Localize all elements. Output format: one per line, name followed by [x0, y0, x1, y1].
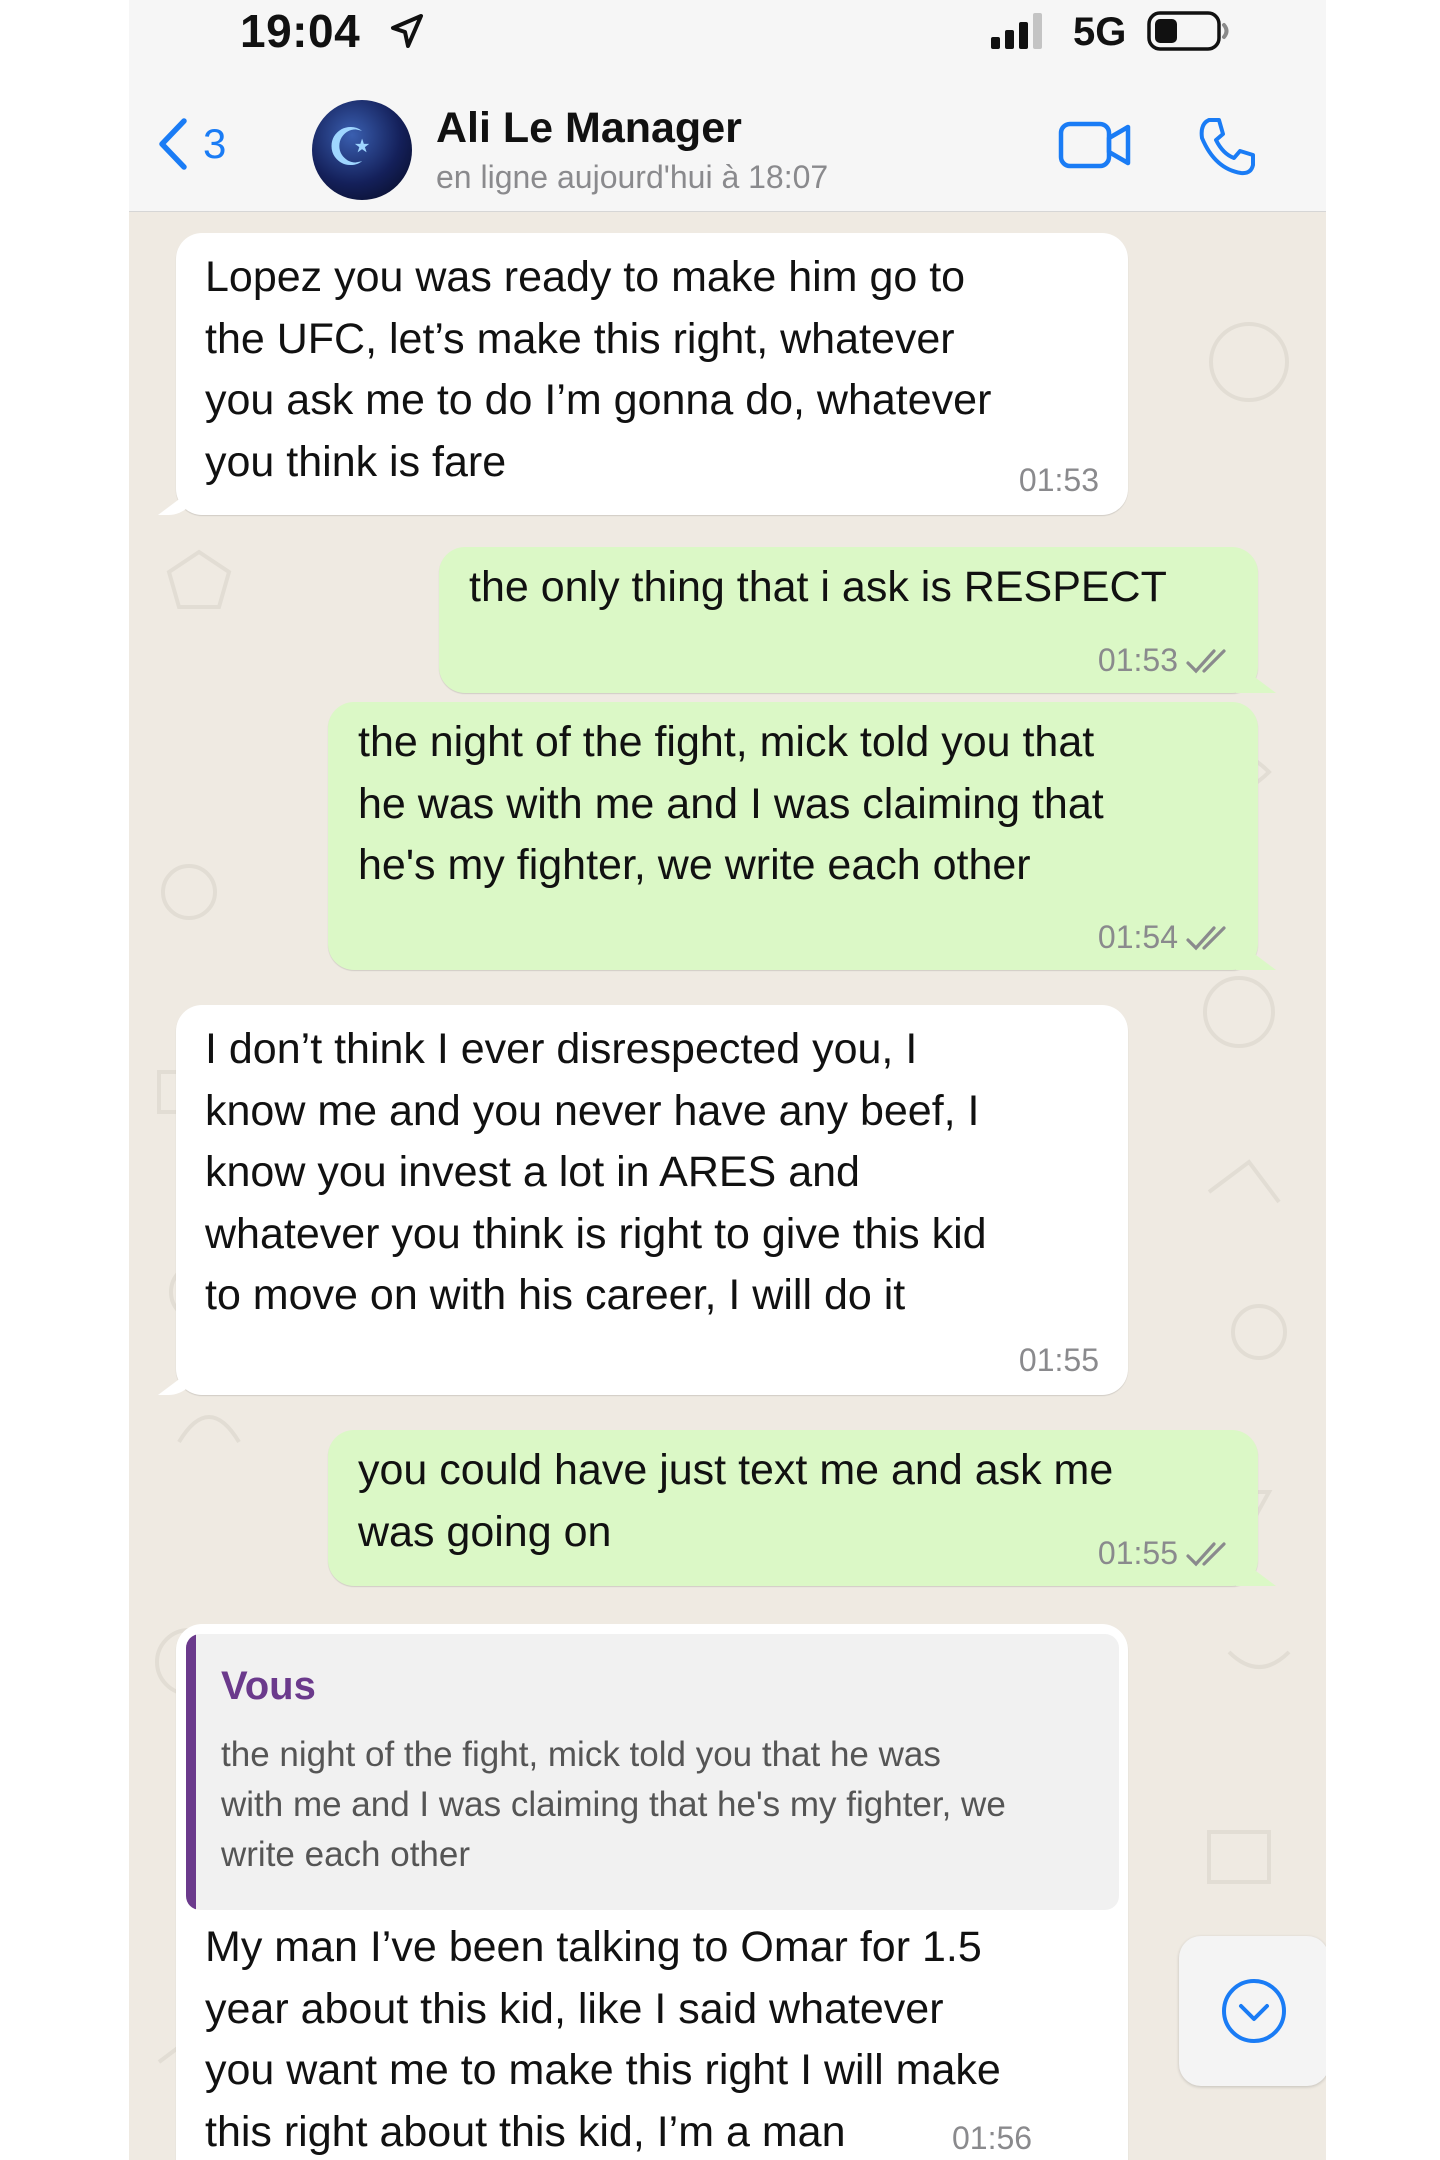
message-time: 01:53 — [1019, 462, 1099, 499]
message-meta: 01:55 — [1098, 1535, 1232, 1572]
message-text: I don’t think I ever disrespected you, I… — [205, 1025, 987, 1319]
message-time-label: 01:55 — [1097, 1535, 1178, 1571]
message-time-label: 01:56 — [952, 2120, 1033, 2156]
unread-count: 3 — [203, 120, 227, 167]
message-bubble-incoming[interactable]: Lopez you was ready to make him go to th… — [176, 233, 1128, 515]
battery-icon — [1147, 11, 1229, 51]
quoted-text: the night of the fight, mick told you th… — [221, 1735, 1006, 1874]
message-time: 01:56 — [952, 2120, 1032, 2157]
quoted-author: Vous — [221, 1664, 316, 1708]
double-check-icon — [1186, 1541, 1226, 1566]
message-text: the night of the fight, mick told you th… — [358, 718, 1104, 889]
message-time: 01:55 — [1019, 1342, 1099, 1379]
chevron-down-icon — [1222, 1979, 1286, 2043]
avatar-emblem-icon: ☪ — [327, 118, 374, 178]
phone-icon[interactable] — [1195, 116, 1257, 178]
message-time-label: 01:53 — [1097, 642, 1178, 678]
message-bubble-outgoing[interactable]: the only thing that i ask is RESPECT 01:… — [439, 547, 1258, 693]
double-check-icon — [1186, 648, 1226, 673]
contact-name[interactable]: Ali Le Manager — [436, 104, 742, 153]
status-bar: 19:04 5G — [129, 0, 1326, 66]
message-bubble-outgoing[interactable]: the night of the fight, mick told you th… — [328, 702, 1258, 970]
location-arrow-icon — [391, 14, 423, 48]
message-bubble-outgoing[interactable]: you could have just text me and ask me w… — [328, 1430, 1258, 1586]
signal-bars-icon — [991, 13, 1042, 49]
contact-last-seen: en ligne aujourd'hui à 18:07 — [436, 159, 829, 195]
quoted-message[interactable]: Vous the night of the fight, mick told y… — [186, 1634, 1119, 1910]
message-meta: 01:53 — [1098, 642, 1232, 679]
chat-area[interactable]: Lopez you was ready to make him go to th… — [129, 212, 1326, 2160]
message-meta: 01:54 — [1098, 919, 1232, 956]
double-check-icon — [1186, 925, 1226, 950]
back-button[interactable]: 3 — [157, 116, 226, 172]
contact-avatar[interactable]: ☪ — [312, 100, 412, 200]
message-time-label: 01:54 — [1097, 919, 1178, 955]
message-bubble-incoming[interactable]: I don’t think I ever disrespected you, I… — [176, 1005, 1128, 1395]
network-label: 5G — [1073, 10, 1127, 54]
message-bubble-incoming-reply[interactable]: Vous the night of the fight, mick told y… — [176, 1624, 1128, 2160]
video-camera-icon[interactable] — [1058, 120, 1132, 170]
message-text: Lopez you was ready to make him go to th… — [205, 253, 992, 486]
phone-screen: 19:04 5G 3 ☪ Ali Le Manager en ligne auj… — [129, 0, 1326, 2160]
quote-accent-bar — [186, 1634, 196, 1910]
message-time-label: 01:55 — [1018, 1342, 1099, 1378]
chat-header: 3 ☪ Ali Le Manager en ligne aujourd'hui … — [129, 66, 1326, 212]
message-text: the only thing that i ask is RESPECT — [469, 563, 1167, 611]
message-time-label: 01:53 — [1018, 462, 1099, 498]
chevron-left-icon — [159, 118, 187, 170]
status-time: 19:04 — [240, 5, 361, 57]
scroll-to-bottom-button[interactable] — [1179, 1936, 1326, 2086]
